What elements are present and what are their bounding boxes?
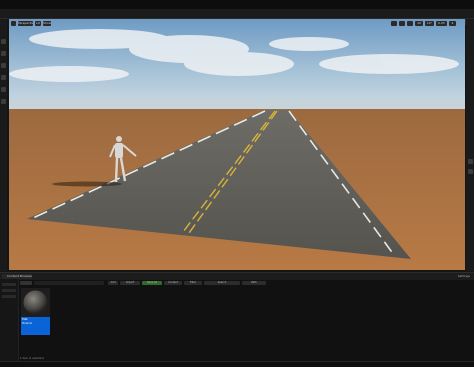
folder-item[interactable] xyxy=(2,295,16,298)
main-toolbar: Untitled xyxy=(0,9,474,25)
scale-icon[interactable] xyxy=(407,21,413,26)
panel-toggle-icon[interactable] xyxy=(468,169,473,174)
title-bar xyxy=(0,0,474,9)
scene-render xyxy=(9,19,465,270)
folder-item[interactable] xyxy=(2,283,16,286)
content-browser-panel: Content Browser Settings Add Import Save… xyxy=(0,272,474,367)
scale-snap[interactable]: 0.25 xyxy=(436,21,447,26)
status-bar xyxy=(0,361,474,367)
angle-snap[interactable]: 10° xyxy=(425,21,434,26)
save-all-button[interactable]: Save All xyxy=(142,281,162,285)
path-button[interactable]: Path xyxy=(242,281,266,285)
asset-type: Material xyxy=(22,322,33,325)
path-bar[interactable] xyxy=(34,281,104,285)
add-button[interactable]: Add xyxy=(108,281,118,285)
content-browser-tabbar: Content Browser Settings xyxy=(0,272,474,280)
right-panel-strip xyxy=(466,19,474,271)
sources-panel xyxy=(0,279,19,367)
asset-tile[interactable]: Mat Material xyxy=(21,288,50,335)
left-tool-strip xyxy=(0,19,7,271)
import-button[interactable]: Import xyxy=(120,281,140,285)
tool-icon[interactable] xyxy=(1,63,6,68)
perspective-button[interactable]: Perspective xyxy=(18,21,33,26)
material-thumbnail xyxy=(21,288,50,317)
settings-link[interactable]: Settings xyxy=(456,274,470,279)
lit-button[interactable]: Lit xyxy=(35,21,41,26)
grid-snap[interactable]: 10 xyxy=(415,21,423,26)
tool-icon[interactable] xyxy=(1,75,6,80)
character-shadow xyxy=(52,181,122,187)
translate-icon[interactable] xyxy=(391,21,397,26)
content-button[interactable]: Content xyxy=(164,281,182,285)
back-button[interactable] xyxy=(20,281,32,285)
folder-item[interactable] xyxy=(2,289,16,292)
filter-button[interactable]: Filter xyxy=(184,281,202,285)
level-viewport[interactable]: Perspective Lit Show 10 10° 0.25 4 xyxy=(9,19,465,270)
camera-speed[interactable]: 4 xyxy=(449,21,456,26)
viewport-menu-icon[interactable] xyxy=(11,21,16,26)
tool-icon[interactable] xyxy=(1,39,6,44)
tool-icon[interactable] xyxy=(1,99,6,104)
tool-icon[interactable] xyxy=(1,51,6,56)
show-button[interactable]: Show xyxy=(43,21,51,26)
tool-icon[interactable] xyxy=(1,87,6,92)
rotate-icon[interactable] xyxy=(399,21,405,26)
search-input[interactable]: Search xyxy=(204,281,240,285)
asset-name: Mat xyxy=(22,318,28,321)
panel-toggle-icon[interactable] xyxy=(468,159,473,164)
viewport-toolbar: Perspective Lit Show 10 10° 0.25 4 xyxy=(9,19,465,27)
content-browser-toolbar: Add Import Save All Content Filter Searc… xyxy=(20,280,474,287)
